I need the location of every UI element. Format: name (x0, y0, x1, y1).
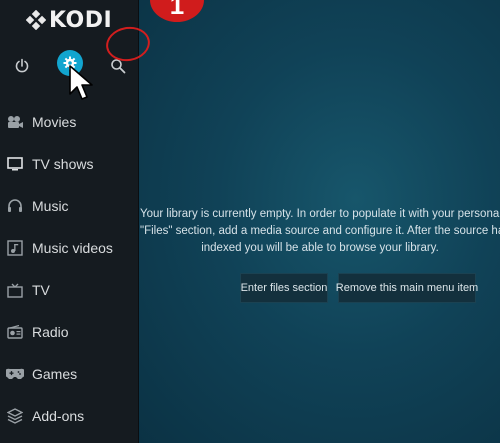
message-line: "Files" section, add a media source and … (140, 225, 500, 237)
menu-item-tv-shows[interactable]: TV shows (0, 144, 138, 184)
games-icon (6, 365, 24, 383)
menu-label: TV shows (32, 156, 94, 172)
menu-label: Add-ons (32, 408, 85, 424)
menu-label: Movies (32, 114, 77, 130)
remove-main-menu-item-button[interactable]: Remove this main menu item (336, 273, 478, 303)
kodi-logo: KODI (26, 7, 113, 33)
menu-item-music-videos[interactable]: Music videos (0, 228, 138, 268)
menu-item-radio[interactable]: Radio (0, 312, 138, 352)
menu-item-games[interactable]: Games (0, 354, 138, 394)
menu-item-tv[interactable]: TV (0, 270, 138, 310)
settings-icon[interactable] (57, 50, 83, 76)
menu-label: Music (32, 198, 69, 214)
empty-library-message: Your library is currently empty. In orde… (140, 206, 500, 257)
message-line: indexed you will be able to browse your … (201, 242, 439, 254)
tv-icon (6, 281, 24, 299)
enter-files-section-button[interactable]: Enter files section (240, 273, 328, 303)
movies-icon (6, 113, 24, 131)
music-videos-icon (6, 239, 24, 257)
menu-label: Radio (32, 324, 69, 340)
menu-label: Music videos (32, 240, 113, 256)
menu-item-add-ons[interactable]: Add-ons (0, 396, 138, 436)
tv-shows-icon (6, 155, 24, 173)
sidebar: KODI Movies TV shows Music Music videos … (0, 0, 139, 443)
power-icon[interactable] (12, 56, 32, 76)
message-line: Your library is currently empty. In orde… (140, 208, 500, 220)
radio-icon (6, 323, 24, 341)
music-icon (6, 197, 24, 215)
add-ons-icon (6, 407, 24, 425)
menu-label: TV (32, 282, 50, 298)
menu-item-movies[interactable]: Movies (0, 102, 138, 142)
kodi-logo-icon (26, 10, 46, 30)
logo-text: KODI (49, 7, 113, 33)
menu-label: Games (32, 366, 78, 382)
menu-item-music[interactable]: Music (0, 186, 138, 226)
